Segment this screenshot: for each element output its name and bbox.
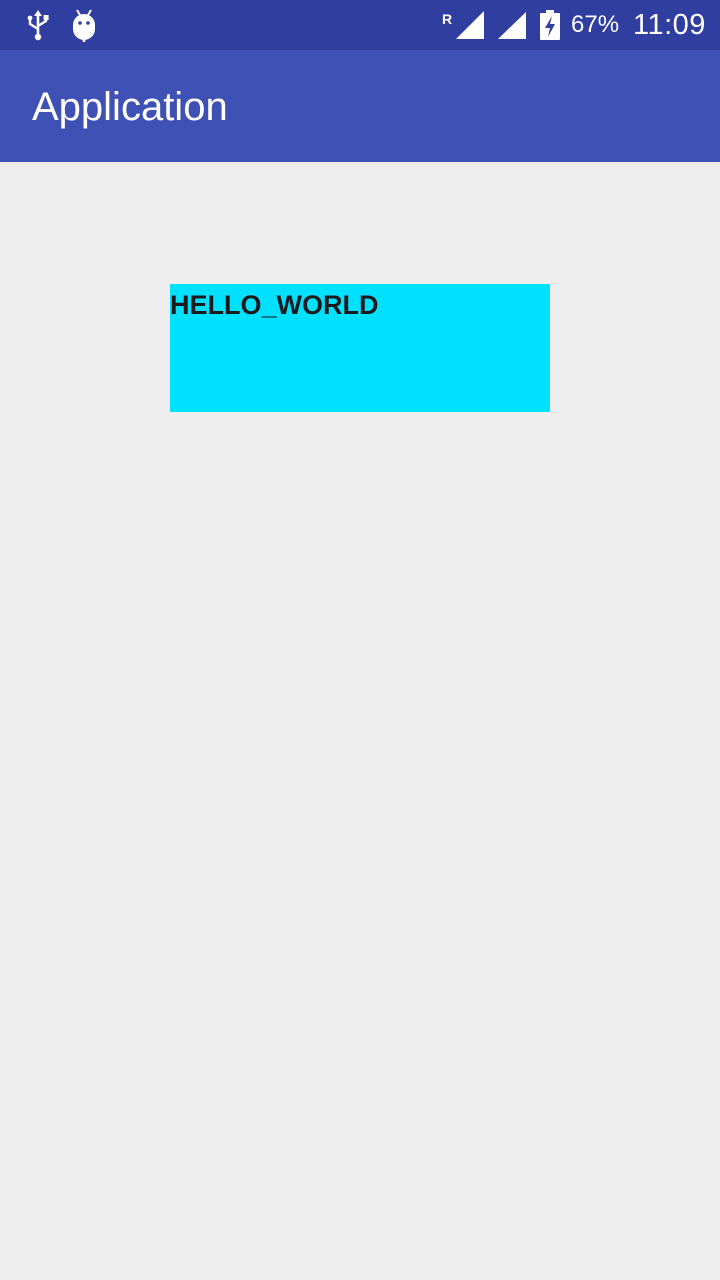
roaming-signal-icon: R	[442, 10, 486, 45]
main-content: HELLO_WORLD	[0, 162, 720, 1280]
hello-world-box: HELLO_WORLD	[170, 284, 550, 412]
usb-icon	[26, 10, 50, 47]
battery-percent: 67%	[571, 11, 620, 38]
battery-charging-icon	[539, 10, 561, 45]
hello-world-text: HELLO_WORLD	[170, 290, 379, 320]
status-bar: R 67% 11:09	[0, 0, 720, 50]
status-clock: 11:09	[633, 9, 706, 41]
android-debug-icon	[71, 9, 97, 48]
signal-icon	[497, 12, 527, 45]
app-title: Application	[32, 85, 228, 129]
app-bar: Application	[0, 50, 720, 162]
roaming-indicator: R	[442, 11, 452, 27]
